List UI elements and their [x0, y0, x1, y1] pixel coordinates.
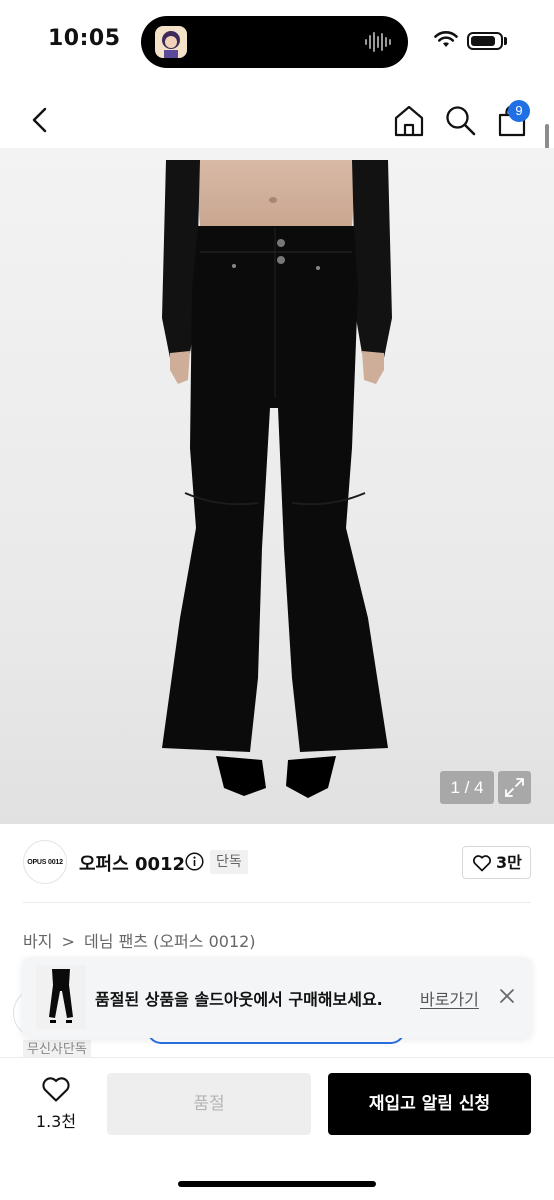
toast-shortcut-link[interactable]: 바로가기 [420, 986, 479, 1010]
now-playing-avatar-icon [155, 26, 187, 58]
brand-like-count: 3만 [496, 853, 522, 872]
image-pager: 1 / 4 [440, 771, 494, 804]
product-image[interactable] [0, 148, 554, 824]
back-arrow-icon[interactable] [24, 104, 56, 136]
breadcrumb-item-pants[interactable]: 바지 [23, 928, 52, 952]
exclusive-badge: 단독 [210, 850, 248, 874]
battery-cap [504, 37, 507, 45]
breadcrumb: 바지 > 데님 팬츠 (오퍼스 0012) [23, 928, 256, 952]
expand-icon[interactable] [498, 771, 531, 804]
top-navigation [0, 92, 554, 148]
wifi-icon [434, 31, 458, 47]
breadcrumb-item-denim[interactable]: 데님 팬츠 (오퍼스 0012) [84, 928, 256, 952]
section-divider [23, 902, 531, 903]
toast-product-thumbnail [36, 965, 86, 1029]
toast-message: 품절된 상품을 솔드아웃에서 구매해보세요. [95, 990, 383, 1009]
battery-icon [467, 32, 503, 50]
soldout-toast: 품절된 상품을 솔드아웃에서 구매해보세요. 바로가기 [22, 957, 532, 1038]
brand-logo[interactable]: OPUS 0012 [23, 840, 67, 884]
status-time: 10:05 [48, 26, 121, 51]
cart-count-badge: 9 [508, 100, 530, 122]
soldout-button[interactable]: 품절 [107, 1073, 311, 1135]
audio-wave-icon [364, 30, 394, 58]
home-icon[interactable] [392, 104, 426, 138]
brand-like-button[interactable]: 3만 [462, 846, 531, 879]
wishlist-heart-icon[interactable] [41, 1075, 71, 1103]
breadcrumb-separator: > [61, 932, 75, 951]
home-indicator[interactable] [178, 1181, 376, 1187]
restock-alert-button[interactable]: 재입고 알림 신청 [328, 1073, 531, 1135]
dynamic-island[interactable] [141, 16, 408, 68]
close-icon[interactable] [498, 987, 516, 1005]
search-icon[interactable] [444, 104, 476, 136]
product-photo-jeans [162, 160, 392, 798]
status-bar: 10:05 [0, 0, 554, 84]
info-icon[interactable] [185, 852, 204, 871]
heart-icon [473, 855, 491, 872]
wishlist-count: 1.3천 [35, 1112, 77, 1131]
brand-name[interactable]: 오퍼스 0012 [79, 850, 185, 876]
